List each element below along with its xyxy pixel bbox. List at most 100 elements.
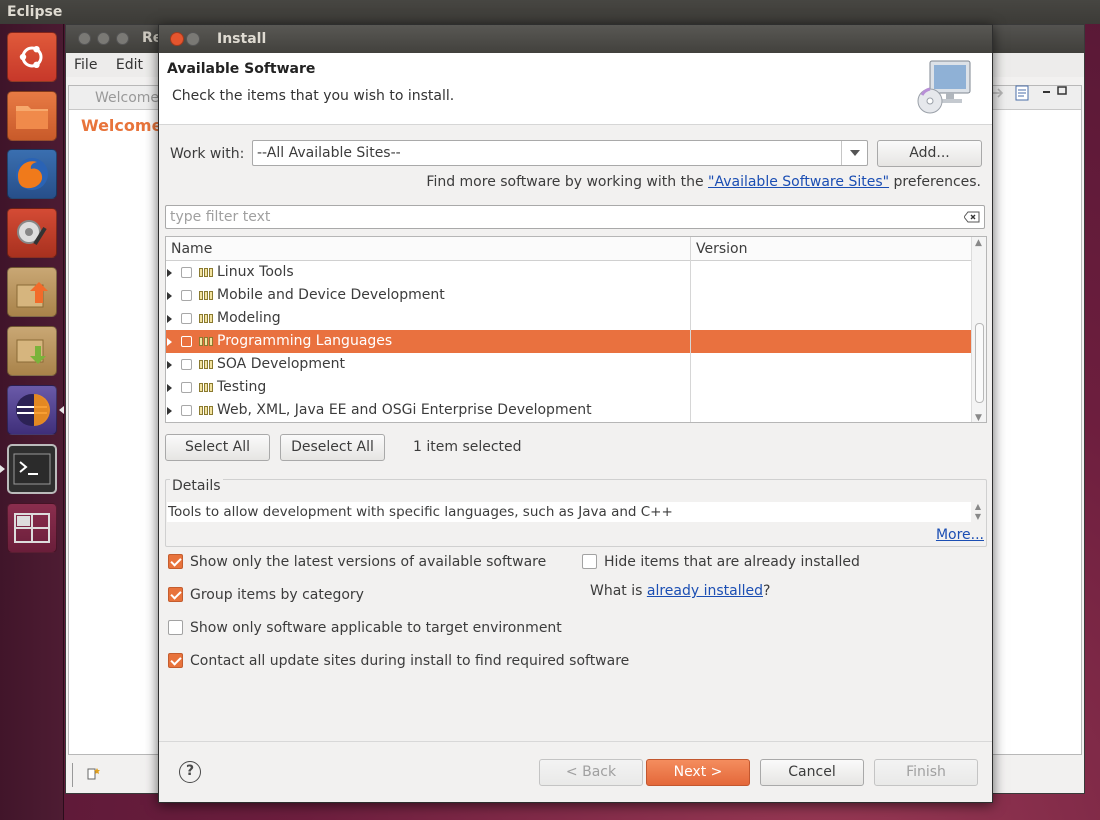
unity-launcher [0, 24, 64, 820]
checkbox-box[interactable] [168, 620, 183, 635]
dialog-title: Install [217, 31, 267, 47]
tree-row-label: SOA Development [217, 356, 345, 372]
help-icon[interactable]: ? [179, 761, 201, 783]
category-icon [199, 291, 213, 300]
system-settings-icon [17, 220, 47, 246]
terminal-icon [13, 453, 51, 485]
launcher-software-center-button[interactable] [7, 326, 57, 376]
eclipse-icon [16, 394, 50, 426]
view-icon[interactable] [1013, 84, 1031, 102]
row-checkbox[interactable] [181, 382, 192, 393]
column-separator [690, 237, 691, 422]
more-link[interactable]: More... [936, 527, 984, 543]
checkbox-box[interactable] [582, 554, 597, 569]
cancel-button[interactable]: Cancel [760, 759, 864, 786]
hide-installed-checkbox[interactable]: Hide items that are already installed [582, 554, 860, 570]
tree-row[interactable]: Mobile and Device Development [166, 284, 986, 307]
row-checkbox[interactable] [181, 336, 192, 347]
dialog-titlebar: Install [159, 25, 992, 53]
ubuntu-logo-icon [19, 46, 43, 68]
status-bar-divider [72, 763, 82, 787]
header-subtitle: Check the items that you wish to install… [172, 88, 455, 104]
clear-filter-icon[interactable] [964, 211, 980, 223]
maximize-icon[interactable] [116, 32, 129, 45]
chevron-down-icon[interactable] [841, 141, 867, 165]
expand-arrow-icon[interactable] [167, 407, 172, 415]
launcher-eclipse-button[interactable] [7, 385, 57, 435]
folder-icon [16, 106, 48, 129]
contact-sites-checkbox[interactable]: Contact all update sites during install … [168, 653, 629, 669]
latest-versions-label: Show only the latest versions of availab… [190, 554, 547, 570]
close-icon[interactable] [78, 32, 91, 45]
checkbox-box[interactable] [168, 587, 183, 602]
row-checkbox[interactable] [181, 405, 192, 416]
expand-arrow-icon[interactable] [167, 292, 172, 300]
category-icon [199, 360, 213, 369]
tree-row[interactable]: SOA Development [166, 353, 986, 376]
hide-installed-label: Hide items that are already installed [604, 554, 860, 570]
column-header-version[interactable]: Version [696, 237, 747, 261]
work-with-combo[interactable]: --All Available Sites-- [252, 140, 868, 166]
details-label: Details [170, 478, 223, 494]
new-fast-view-icon[interactable] [86, 765, 102, 781]
row-checkbox[interactable] [181, 359, 192, 370]
next-button[interactable]: Next > [646, 759, 750, 786]
expand-arrow-icon[interactable] [167, 315, 172, 323]
active-app-title: Eclipse [7, 4, 63, 20]
deselect-all-button[interactable]: Deselect All [280, 434, 385, 461]
category-icon [199, 268, 213, 277]
tree-row[interactable]: Linux Tools [166, 261, 986, 284]
filter-input[interactable]: type filter text [165, 205, 985, 229]
tree-row-label: Testing [217, 379, 267, 395]
menu-file[interactable]: File [74, 57, 97, 73]
back-button[interactable]: < Back [539, 759, 643, 786]
launcher-dash-button[interactable] [7, 32, 57, 82]
tree-row[interactable]: Modeling [166, 307, 986, 330]
install-wizard-computer-icon [917, 60, 971, 114]
scroll-up-arrow-icon[interactable]: ▲ [975, 238, 982, 248]
already-installed-link[interactable]: already installed [647, 583, 763, 599]
tree-row[interactable]: Testing [166, 376, 986, 399]
finish-button[interactable]: Finish [874, 759, 978, 786]
row-checkbox[interactable] [181, 313, 192, 324]
launcher-files-button[interactable] [7, 91, 57, 141]
what-is-suffix: ? [763, 583, 771, 599]
select-all-button[interactable]: Select All [165, 434, 270, 461]
checkbox-box[interactable] [168, 653, 183, 668]
expand-arrow-icon[interactable] [167, 269, 172, 277]
target-environment-checkbox[interactable]: Show only software applicable to target … [168, 620, 562, 636]
menu-edit[interactable]: Edit [116, 57, 143, 73]
dialog-header: Available Software Check the items that … [159, 53, 992, 125]
install-dialog: Install Available Software Check the ite… [158, 24, 993, 803]
expand-arrow-icon[interactable] [167, 361, 172, 369]
launcher-software-updater-button[interactable] [7, 267, 57, 317]
column-header-name[interactable]: Name [171, 237, 212, 261]
close-icon[interactable] [170, 32, 184, 46]
group-by-category-checkbox[interactable]: Group items by category [168, 587, 364, 603]
tree-row[interactable]: Web, XML, Java EE and OSGi Enterprise De… [166, 399, 986, 422]
minimize-icon[interactable] [97, 32, 110, 45]
latest-versions-checkbox[interactable]: Show only the latest versions of availab… [168, 554, 546, 570]
scroll-down-arrow-icon[interactable]: ▼ [975, 413, 982, 422]
expand-arrow-icon[interactable] [167, 384, 172, 392]
maximize-icon[interactable] [186, 32, 200, 46]
details-scroll-icon[interactable]: ▲ ▼ [972, 502, 984, 522]
launcher-workspace-switcher-button[interactable] [7, 503, 57, 553]
add-site-button[interactable]: Add... [877, 140, 982, 167]
tree-row[interactable]: Programming Languages [166, 330, 986, 353]
tree-header: Name Version [166, 237, 986, 261]
minimize-maximize-icon[interactable] [1041, 85, 1071, 99]
what-is-prefix: What is [590, 583, 647, 599]
scrollbar-thumb[interactable] [975, 323, 984, 403]
launcher-terminal-button[interactable] [7, 444, 57, 494]
tree-scrollbar[interactable]: ▲ ▼ [971, 237, 986, 422]
row-checkbox[interactable] [181, 267, 192, 278]
checkbox-box[interactable] [168, 554, 183, 569]
available-software-sites-link[interactable]: "Available Software Sites" [708, 174, 889, 190]
row-checkbox[interactable] [181, 290, 192, 301]
launcher-firefox-button[interactable] [7, 149, 57, 199]
category-icon [199, 406, 213, 415]
launcher-settings-button[interactable] [7, 208, 57, 258]
tree-row-label: Programming Languages [217, 333, 393, 349]
expand-arrow-icon[interactable] [167, 338, 172, 346]
